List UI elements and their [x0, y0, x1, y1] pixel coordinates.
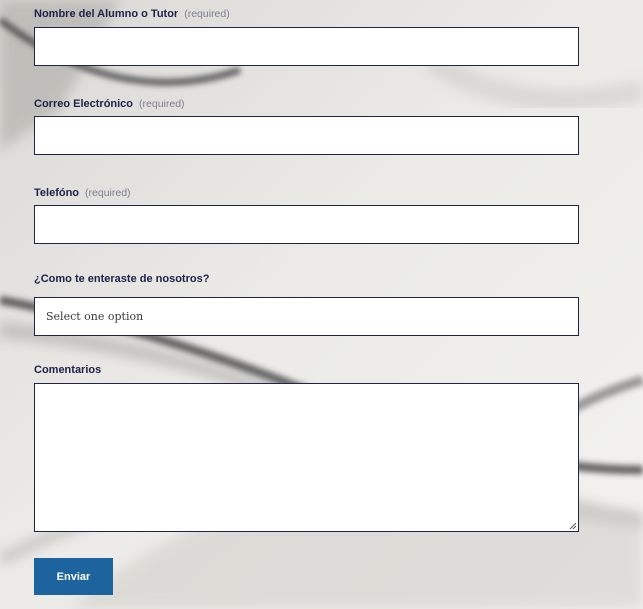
source-select-value: Select one option — [46, 310, 144, 323]
comments-wrapper — [34, 383, 579, 532]
phone-label: Telefóno (required) — [34, 186, 131, 200]
comments-label: Comentarios — [34, 363, 101, 377]
resize-grip-icon[interactable] — [569, 522, 577, 530]
comments-textarea[interactable] — [34, 383, 579, 532]
name-label: Nombre del Alumno o Tutor (required) — [34, 7, 230, 21]
phone-required-note: (required) — [85, 187, 131, 199]
name-input[interactable] — [34, 27, 579, 66]
submit-button[interactable]: Enviar — [34, 558, 113, 595]
contact-form: Nombre del Alumno o Tutor (required) Corr… — [0, 0, 643, 609]
email-label-text: Correo Electrónico — [34, 98, 134, 110]
name-required-note: (required) — [184, 8, 230, 20]
phone-input[interactable] — [34, 205, 579, 244]
phone-label-text: Telefóno — [34, 187, 80, 199]
email-label: Correo Electrónico (required) — [34, 97, 185, 111]
source-label: ¿Como te enteraste de nosotros? — [34, 272, 209, 286]
email-input[interactable] — [34, 116, 579, 155]
name-label-text: Nombre del Alumno o Tutor — [34, 8, 179, 20]
source-label-text: ¿Como te enteraste de nosotros? — [34, 273, 210, 285]
comments-label-text: Comentarios — [34, 364, 102, 376]
email-required-note: (required) — [139, 98, 185, 110]
source-select[interactable]: Select one option — [34, 297, 579, 336]
